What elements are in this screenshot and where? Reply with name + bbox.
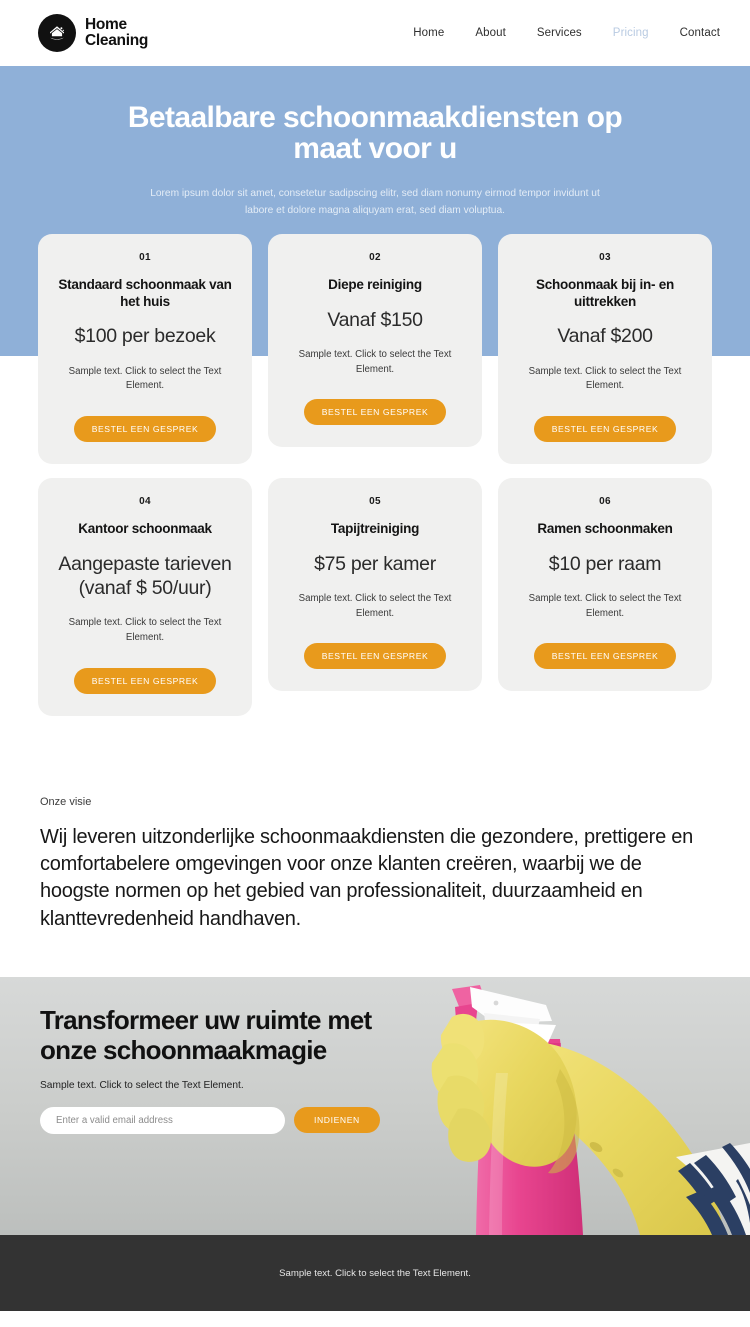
card-price: Aangepaste tarieven (vanaf $ 50/uur) <box>58 552 232 600</box>
card-description: Sample text. Click to select the Text El… <box>528 593 682 619</box>
card-title: Schoonmaak bij in- en uittrekken <box>535 277 675 309</box>
vision-section: Onze visie Wij leveren uitzonderlijke sc… <box>0 761 750 978</box>
submit-button[interactable]: INDIENEN <box>294 1107 380 1134</box>
card-number: 05 <box>369 496 381 508</box>
vision-body: Wij leveren uitzonderlijke schoonmaakdie… <box>40 825 694 930</box>
card-number: 06 <box>599 496 611 508</box>
hero-title: Betaalbare schoonmaakdiensten op maat vo… <box>127 101 623 166</box>
nav-item-home[interactable]: Home <box>413 27 444 39</box>
nav-item-services[interactable]: Services <box>537 27 582 39</box>
card-price: Vanaf $150 <box>327 308 423 331</box>
pricing-card: 01 Standaard schoonmaak van het huis $10… <box>38 234 252 465</box>
card-number: 04 <box>139 496 151 508</box>
main-nav: Home About Services Pricing Contact <box>413 27 720 39</box>
card-price: $10 per raam <box>548 552 662 575</box>
card-title: Tapijtreiniging <box>330 521 420 537</box>
card-price: $100 per bezoek <box>74 325 216 348</box>
pricing-card: 06 Ramen schoonmaken $10 per raam Sample… <box>498 478 712 692</box>
card-description: Sample text. Click to select the Text El… <box>298 348 452 375</box>
card-cta-button[interactable]: BESTEL EEN GESPREK <box>533 416 677 443</box>
card-description: Sample text. Click to select the Text El… <box>298 593 452 619</box>
card-number: 02 <box>369 252 381 263</box>
page-root: Home Cleaning Home About Services Pricin… <box>0 0 750 1312</box>
hero-subtitle: Lorem ipsum dolor sit amet, consetetur s… <box>150 188 600 216</box>
pricing-card: 02 Diepe reiniging Vanaf $150 Sample tex… <box>268 234 482 448</box>
card-cta-button[interactable]: BESTEL EEN GESPREK <box>73 416 217 443</box>
site-footer: Sample text. Click to select the Text El… <box>0 1235 750 1312</box>
pricing-card: 04 Kantoor schoonmaak Aangepaste tarieve… <box>38 478 252 716</box>
card-description: Sample text. Click to select the Text El… <box>68 617 222 643</box>
nav-item-about[interactable]: About <box>475 27 506 39</box>
card-cta-button[interactable]: BESTEL EEN GESPREK <box>73 667 217 694</box>
cta-section: Transformeer uw ruimte met onze schoonma… <box>0 977 750 1236</box>
card-price: Vanaf $200 <box>557 325 653 348</box>
pricing-grid: 01 Standaard schoonmaak van het huis $10… <box>0 234 750 762</box>
card-price: $75 per kamer <box>314 552 436 575</box>
card-number: 01 <box>139 252 151 263</box>
cta-title: Transformeer uw ruimte met onze schoonma… <box>40 1005 372 1066</box>
card-cta-button[interactable]: BESTEL EEN GESPREK <box>533 643 677 670</box>
newsletter-form: INDIENEN <box>40 1106 430 1134</box>
pricing-card: 03 Schoonmaak bij in- en uittrekken Vana… <box>498 234 712 465</box>
card-title: Standaard schoonmaak van het huis <box>58 277 232 309</box>
card-description: Sample text. Click to select the Text El… <box>528 365 682 392</box>
brand-logo[interactable]: Home Cleaning <box>38 14 148 52</box>
cta-content: Transformeer uw ruimte met onze schoonma… <box>0 977 470 1134</box>
house-in-circle-logo-icon <box>38 14 76 52</box>
nav-item-contact[interactable]: Contact <box>680 27 720 39</box>
card-cta-button[interactable]: BESTEL EEN GESPREK <box>303 643 447 670</box>
card-number: 03 <box>599 252 611 263</box>
footer-text: Sample text. Click to select the Text El… <box>279 1267 471 1279</box>
card-title: Kantoor schoonmaak <box>78 521 212 537</box>
nav-item-pricing[interactable]: Pricing <box>613 27 649 39</box>
vision-eyebrow: Onze visie <box>40 795 92 808</box>
card-title: Diepe reiniging <box>328 277 422 292</box>
card-cta-button[interactable]: BESTEL EEN GESPREK <box>303 399 447 426</box>
card-title: Ramen schoonmaken <box>537 521 673 537</box>
card-description: Sample text. Click to select the Text El… <box>68 365 222 392</box>
site-header: Home Cleaning Home About Services Pricin… <box>0 0 750 66</box>
brand-name: Home Cleaning <box>85 16 149 49</box>
pricing-card: 05 Tapijtreiniging $75 per kamer Sample … <box>268 478 482 692</box>
email-input[interactable] <box>40 1106 285 1134</box>
cta-subtitle: Sample text. Click to select the Text El… <box>40 1079 244 1091</box>
